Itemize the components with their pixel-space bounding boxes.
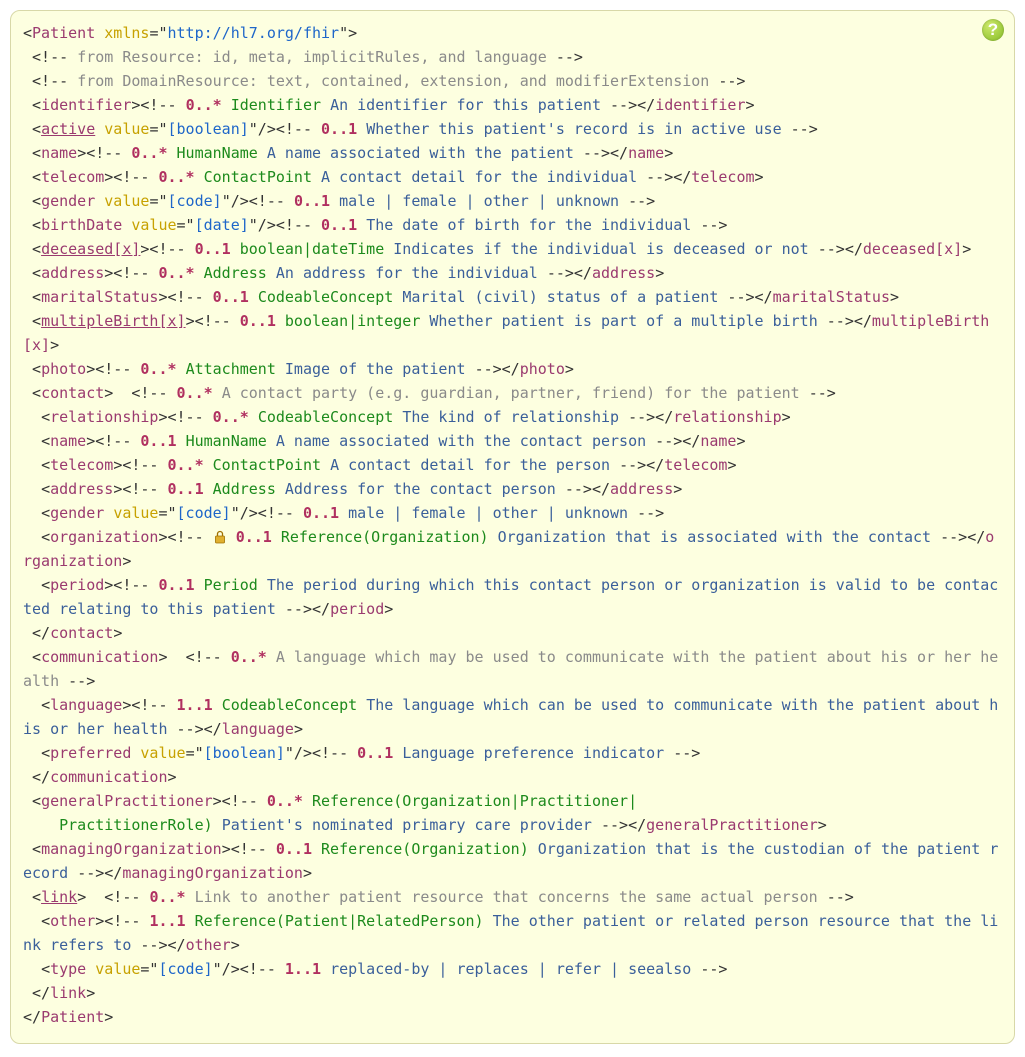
multipleBirth-link[interactable]: multipleBirth[x] <box>41 312 186 330</box>
lock-icon <box>213 530 227 544</box>
resource-header-comment: from Resource: id, meta, implicitRules, … <box>77 48 547 66</box>
root-tag: Patient <box>32 24 95 42</box>
deceased-link[interactable]: deceased[x] <box>41 240 140 258</box>
link-link[interactable]: link <box>41 888 77 906</box>
help-icon[interactable]: ? <box>982 19 1004 41</box>
xml-template-panel: ?<Patient xmlns="http://hl7.org/fhir"> <… <box>10 10 1015 1044</box>
domainresource-header-comment: from DomainResource: text, contained, ex… <box>77 72 709 90</box>
active-link[interactable]: active <box>41 120 95 138</box>
